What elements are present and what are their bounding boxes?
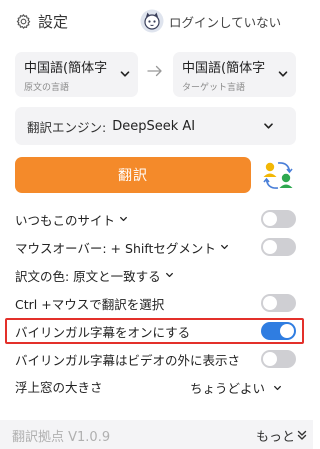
chevron-down-icon bbox=[274, 385, 281, 390]
arrow-right-icon bbox=[147, 65, 162, 77]
chevron-down-icon bbox=[264, 123, 273, 129]
float-size-value: ちょうどよい bbox=[189, 381, 265, 396]
settings-button[interactable]: 設定 bbox=[15, 11, 68, 32]
toggle-knob bbox=[280, 324, 294, 338]
option-float-size-label: 浮上窓の大きさ bbox=[15, 379, 103, 395]
source-language-hint: 原文の言語 bbox=[24, 83, 70, 93]
more-label: もっと bbox=[256, 430, 296, 445]
double-chevron-down-icon bbox=[297, 430, 307, 440]
option-always-site: いつもこのサイト bbox=[15, 208, 298, 230]
mouseover-toggle[interactable] bbox=[261, 238, 296, 256]
swap-users-icon[interactable] bbox=[261, 158, 296, 192]
option-bilingual-label: バイリンガル字幕をオンにする bbox=[15, 324, 191, 340]
source-language-select[interactable]: 中国語(簡体字 原文の言語 bbox=[15, 52, 138, 97]
always-site-toggle[interactable] bbox=[261, 210, 296, 228]
option-always-site-label: いつもこのサイト bbox=[15, 212, 116, 228]
bilingual-toggle[interactable] bbox=[261, 322, 296, 340]
option-color[interactable]: 訳文の色: 原文と一致する bbox=[15, 264, 298, 286]
target-language-hint: ターゲット言語 bbox=[182, 83, 246, 93]
chevron-down-icon[interactable] bbox=[220, 243, 229, 251]
bilingual-outside-toggle[interactable] bbox=[261, 350, 296, 368]
float-size-select[interactable]: ちょうどよい bbox=[190, 378, 282, 397]
engine-label: 翻訳エンジン: bbox=[27, 119, 107, 135]
option-color-label: 訳文の色: 原文と一致する bbox=[15, 268, 161, 284]
target-language-select[interactable]: 中国語(簡体字 ターゲット言語 bbox=[173, 52, 296, 97]
option-bilingual-outside: バイリンガル字幕はビデオの外に表示さ bbox=[15, 348, 298, 370]
chevron-down-icon bbox=[120, 71, 130, 77]
engine-value: DeepSeek AI bbox=[112, 118, 196, 134]
toggle-knob bbox=[263, 240, 277, 254]
engine-select[interactable]: 翻訳エンジン: DeepSeek AI bbox=[15, 107, 296, 145]
option-bilingual: バイリンガル字幕をオンにする bbox=[15, 320, 298, 342]
chevron-down-icon bbox=[278, 71, 288, 77]
login-status[interactable]: ログインしていない bbox=[140, 9, 281, 33]
toggle-knob bbox=[263, 352, 277, 366]
ctrl-mouse-toggle[interactable] bbox=[261, 294, 296, 312]
gear-icon bbox=[16, 14, 31, 29]
option-mouseover-label: マウスオーバー: + Shiftセグメント bbox=[15, 240, 216, 256]
chevron-down-icon bbox=[165, 272, 173, 278]
avatar-icon bbox=[140, 9, 164, 33]
version-label: 翻訳拠点 V1.0.9 bbox=[12, 430, 111, 445]
toggle-knob bbox=[263, 296, 277, 310]
footer: 翻訳拠点 V1.0.9 もっと bbox=[0, 420, 313, 449]
option-ctrl-mouse: Ctrl +マウスで翻訳を選択 bbox=[15, 292, 298, 314]
option-mouseover: マウスオーバー: + Shiftセグメント bbox=[15, 236, 298, 258]
settings-label: 設定 bbox=[38, 13, 69, 31]
chevron-down-icon[interactable] bbox=[119, 215, 128, 223]
header: 設定 ログインしていない bbox=[0, 0, 313, 46]
more-button[interactable]: もっと bbox=[256, 426, 307, 445]
translate-button[interactable]: 翻訳 bbox=[15, 157, 251, 193]
source-language-value: 中国語(簡体字 bbox=[24, 61, 108, 76]
target-language-value: 中国語(簡体字 bbox=[182, 61, 266, 76]
option-bilingual-outside-label: バイリンガル字幕はビデオの外に表示さ bbox=[15, 352, 241, 368]
option-float-size: 浮上窓の大きさ ちょうどよい bbox=[15, 375, 298, 397]
login-label: ログインしていない bbox=[169, 14, 282, 30]
option-ctrl-mouse-label: Ctrl +マウスで翻訳を選択 bbox=[15, 296, 165, 312]
toggle-knob bbox=[263, 212, 277, 226]
